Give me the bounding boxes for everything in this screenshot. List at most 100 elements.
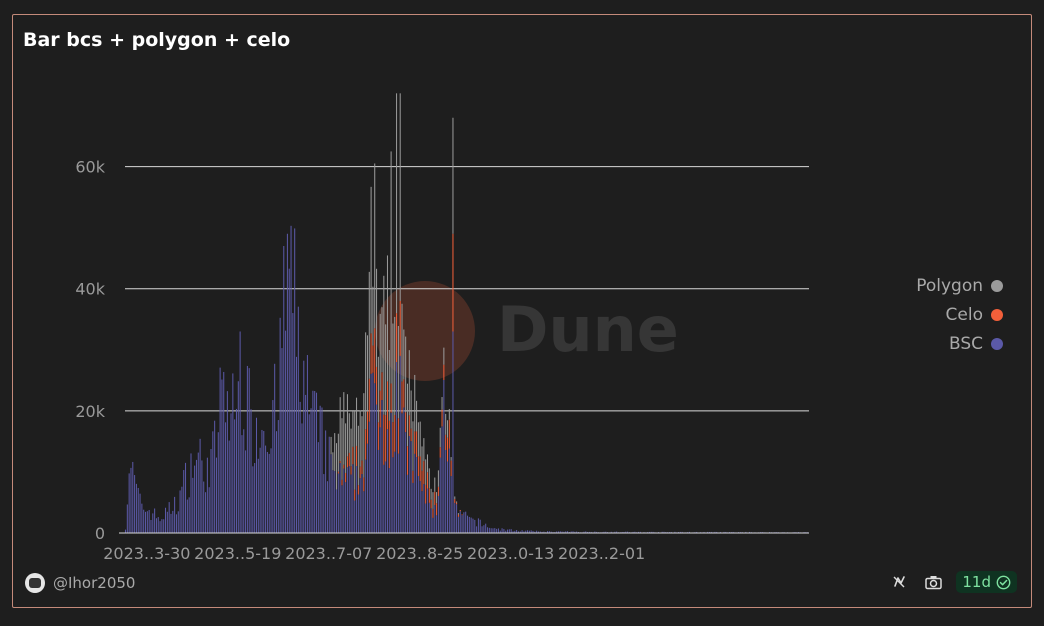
bar-bsc[interactable] <box>254 463 256 533</box>
bar-celo[interactable] <box>388 420 390 469</box>
bar-bsc[interactable] <box>323 474 325 533</box>
bar-bsc[interactable] <box>270 448 272 533</box>
bar-celo[interactable] <box>376 366 378 405</box>
bar-celo[interactable] <box>452 233 454 332</box>
bar-bsc[interactable] <box>414 453 416 533</box>
bar-bsc[interactable] <box>266 451 268 533</box>
bar-bsc[interactable] <box>185 462 187 533</box>
bar-celo[interactable] <box>456 502 458 505</box>
bar-bsc[interactable] <box>386 429 388 533</box>
bar-bsc[interactable] <box>368 421 370 533</box>
bar-bsc[interactable] <box>208 487 210 533</box>
bar-bsc[interactable] <box>487 527 489 533</box>
bar-bsc[interactable] <box>396 362 398 533</box>
bar-bsc[interactable] <box>496 528 498 533</box>
bar-bsc[interactable] <box>219 367 221 533</box>
bar-polygon[interactable] <box>385 324 387 416</box>
bar-polygon[interactable] <box>350 428 352 467</box>
bar-bsc[interactable] <box>408 436 410 533</box>
bar-polygon[interactable] <box>356 397 358 446</box>
bar-polygon[interactable] <box>372 286 374 346</box>
bar-celo[interactable] <box>425 484 427 504</box>
bar-bsc[interactable] <box>326 481 328 533</box>
bar-polygon[interactable] <box>392 323 394 423</box>
bar-polygon[interactable] <box>426 454 428 473</box>
bar-bsc[interactable] <box>145 511 147 533</box>
bar-bsc[interactable] <box>481 526 483 533</box>
bar-polygon[interactable] <box>403 329 405 380</box>
bar-bsc[interactable] <box>357 494 359 533</box>
bar-celo[interactable] <box>437 486 439 496</box>
bar-bsc[interactable] <box>394 451 396 533</box>
bar-celo[interactable] <box>365 429 367 460</box>
bar-polygon[interactable] <box>336 443 338 490</box>
bar-celo[interactable] <box>345 472 347 483</box>
bar-celo[interactable] <box>416 431 418 458</box>
bar-bsc[interactable] <box>243 429 245 533</box>
bar-polygon[interactable] <box>405 336 407 413</box>
bar-bsc[interactable] <box>359 478 361 533</box>
bar-bsc[interactable] <box>463 512 465 533</box>
bar-bsc[interactable] <box>303 360 305 533</box>
bar-bsc[interactable] <box>312 390 314 533</box>
bar-bsc[interactable] <box>274 363 276 533</box>
bar-polygon[interactable] <box>379 313 381 391</box>
bar-bsc[interactable] <box>397 453 399 533</box>
bar-bsc[interactable] <box>316 392 318 533</box>
bar-polygon[interactable] <box>434 477 436 492</box>
bar-celo[interactable] <box>350 466 352 475</box>
bar-bsc[interactable] <box>279 317 281 533</box>
bar-bsc[interactable] <box>165 507 167 533</box>
author-name[interactable]: @Ihor2050 <box>53 574 135 592</box>
bar-bsc[interactable] <box>203 481 205 533</box>
bar-polygon[interactable] <box>430 488 432 500</box>
bar-celo[interactable] <box>421 470 423 492</box>
bar-celo[interactable] <box>343 464 345 469</box>
bar-bsc[interactable] <box>468 516 470 533</box>
bar-bsc[interactable] <box>314 391 316 533</box>
bar-celo[interactable] <box>414 431 416 454</box>
bar-celo[interactable] <box>412 470 414 483</box>
bar-bsc[interactable] <box>345 482 347 533</box>
bar-polygon[interactable] <box>357 425 359 486</box>
bar-bsc[interactable] <box>401 413 403 533</box>
bar-celo[interactable] <box>337 471 339 474</box>
bar-polygon[interactable] <box>363 393 365 478</box>
bar-polygon[interactable] <box>348 413 350 453</box>
bar-celo[interactable] <box>445 434 447 450</box>
bar-bsc[interactable] <box>221 379 223 533</box>
bar-polygon[interactable] <box>397 326 399 419</box>
bar-polygon[interactable] <box>443 347 445 365</box>
bar-bsc[interactable] <box>381 400 383 533</box>
bar-bsc[interactable] <box>228 440 230 533</box>
bar-bsc[interactable] <box>296 356 298 533</box>
bar-bsc[interactable] <box>406 474 408 533</box>
bar-bsc[interactable] <box>186 499 188 533</box>
bar-bsc[interactable] <box>337 473 339 533</box>
bar-bsc[interactable] <box>275 431 278 533</box>
bar-bsc[interactable] <box>494 528 496 533</box>
bar-bsc[interactable] <box>434 505 436 533</box>
bar-bsc[interactable] <box>134 475 136 533</box>
bar-polygon[interactable] <box>401 303 403 382</box>
legend-item-bsc[interactable]: BSC <box>916 329 1003 358</box>
bar-bsc[interactable] <box>328 436 330 533</box>
bar-bsc[interactable] <box>294 228 296 533</box>
bar-bsc[interactable] <box>476 526 478 533</box>
bar-bsc[interactable] <box>361 474 363 533</box>
bar-polygon[interactable] <box>408 350 410 416</box>
bar-bsc[interactable] <box>450 476 452 533</box>
bar-polygon[interactable] <box>456 501 458 503</box>
bar-celo[interactable] <box>374 328 376 384</box>
bar-polygon[interactable] <box>388 350 390 421</box>
bar-bsc[interactable] <box>157 517 159 533</box>
bar-celo[interactable] <box>379 390 381 428</box>
bar-bsc[interactable] <box>132 461 134 533</box>
bar-bsc[interactable] <box>292 313 294 533</box>
bar-bsc[interactable] <box>426 488 428 533</box>
bar-celo[interactable] <box>441 409 443 427</box>
bar-polygon[interactable] <box>457 513 459 515</box>
bar-polygon[interactable] <box>448 408 450 420</box>
bar-bsc[interactable] <box>477 518 479 533</box>
bar-celo[interactable] <box>443 364 445 380</box>
